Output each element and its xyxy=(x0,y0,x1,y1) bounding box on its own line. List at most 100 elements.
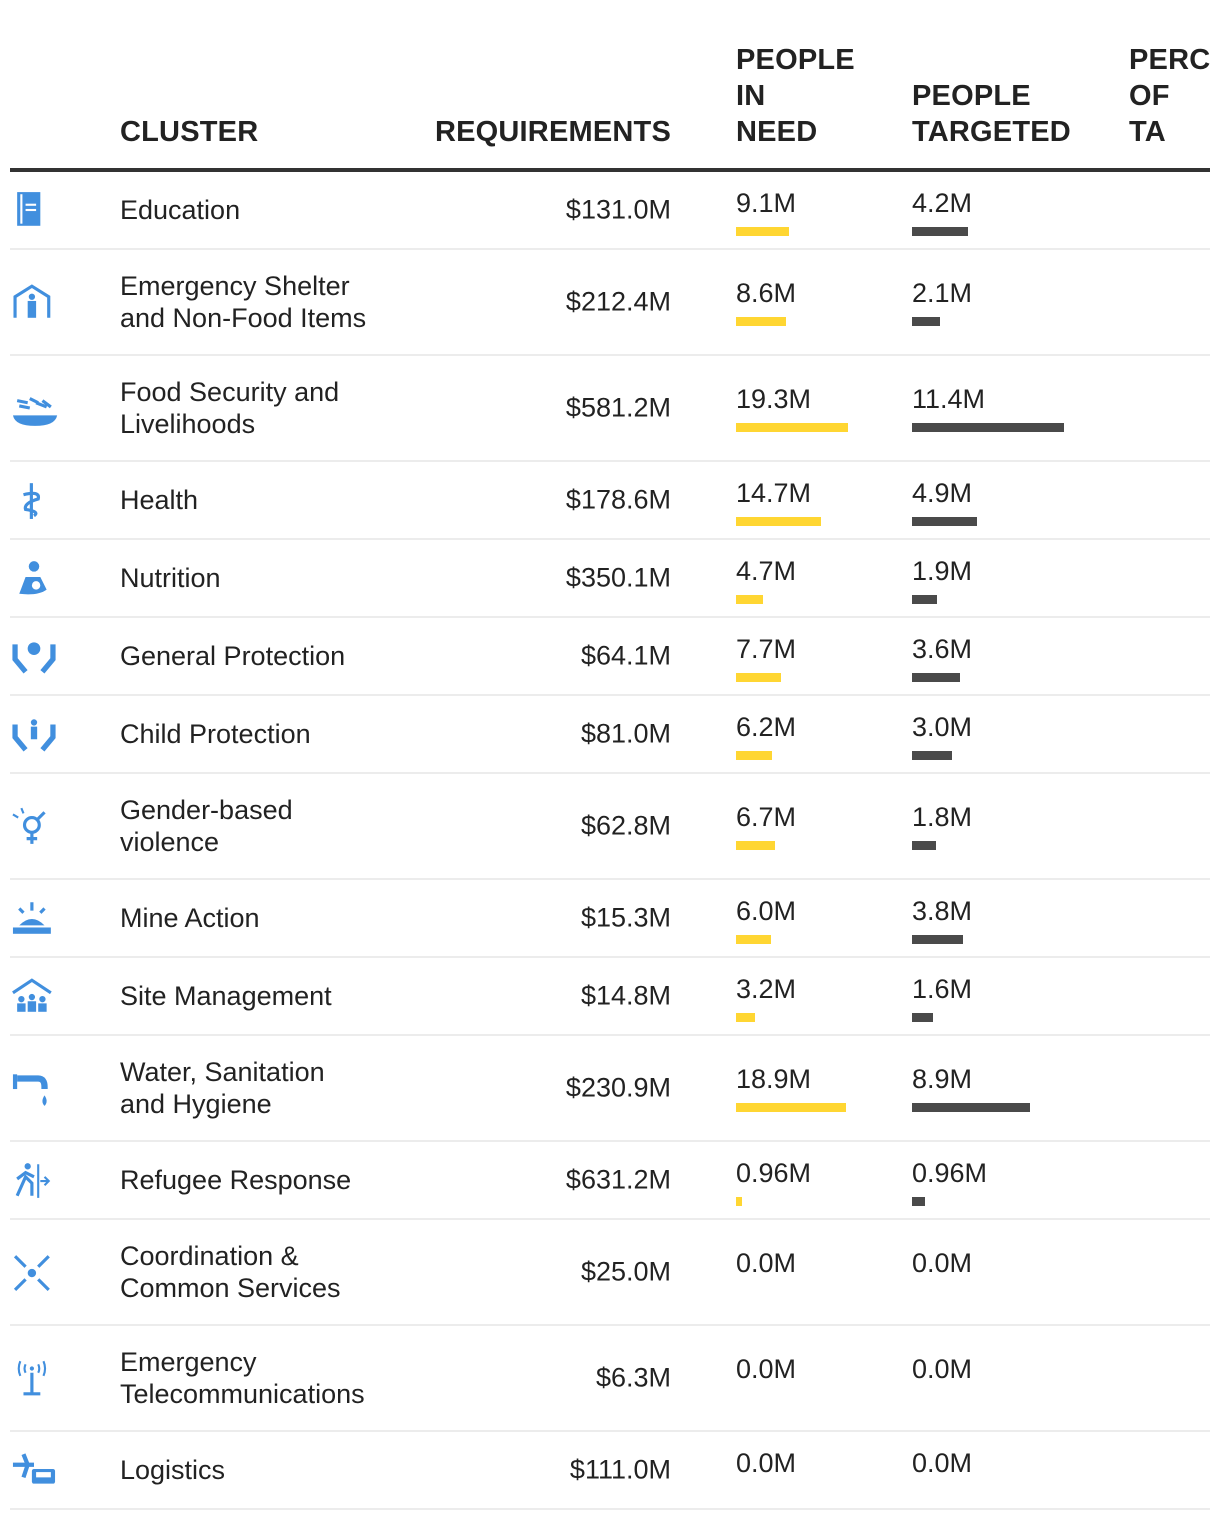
table-row: Logistics $111.0M 0.0M 0.0M xyxy=(10,1432,1210,1510)
people-targeted-bar xyxy=(912,227,968,236)
table-row: Coordination & Common Services $25.0M 0.… xyxy=(10,1220,1210,1326)
people-targeted-bar xyxy=(912,595,938,604)
people-in-need-bar xyxy=(736,935,771,944)
people-in-need-bar xyxy=(736,227,789,236)
requirements-value: $14.8M xyxy=(580,980,671,1011)
people-in-need-bar xyxy=(736,423,848,432)
people-in-need-value: 18.9M xyxy=(736,1064,812,1094)
cluster-name: Mine Action xyxy=(120,903,260,933)
cluster-name: Coordination & Common Services xyxy=(120,1241,341,1303)
requirements-value: $131.0M xyxy=(565,194,671,225)
people-targeted-value: 8.9M xyxy=(912,1064,973,1094)
protection-icon xyxy=(10,636,58,676)
coordination-icon xyxy=(10,1252,58,1292)
people-targeted-bar xyxy=(912,935,963,944)
gender-icon xyxy=(10,806,58,846)
people-in-need-bar xyxy=(736,673,781,682)
people-in-need-value: 4.7M xyxy=(736,556,797,586)
people-targeted-value: 0.0M xyxy=(912,1354,973,1384)
people-targeted-bar xyxy=(912,673,960,682)
table-row: Child Protection $81.0M 6.2M 3.0M xyxy=(10,696,1210,774)
cluster-name: Logistics xyxy=(120,1455,226,1485)
cluster-name: Refugee Response xyxy=(120,1165,352,1195)
people-in-need-bar xyxy=(736,517,822,526)
requirements-value: $81.0M xyxy=(580,718,671,749)
table-header: CLUSTER REQUIREMENTS PEOPLE IN NEED PEOP… xyxy=(10,0,1210,172)
shelter-icon xyxy=(10,282,58,322)
people-in-need-value: 0.96M xyxy=(736,1158,812,1188)
requirements-value: $631.2M xyxy=(565,1164,671,1195)
water-tap-icon xyxy=(10,1068,58,1108)
people-targeted-value: 1.6M xyxy=(912,974,973,1004)
cluster-name: Emergency Shelter and Non-Food Items xyxy=(120,271,367,333)
requirements-value: $350.1M xyxy=(565,562,671,593)
people-in-need-bar xyxy=(736,1103,846,1112)
people-targeted-bar xyxy=(912,423,1064,432)
table-row: Gender-based violence $62.8M 6.7M 1.8M xyxy=(10,774,1210,880)
book-icon xyxy=(10,190,58,230)
people-in-need-value: 9.1M xyxy=(736,188,797,218)
cluster-name: Child Protection xyxy=(120,719,311,749)
cluster-name: General Protection xyxy=(120,641,346,671)
people-in-need-value: 8.6M xyxy=(736,278,797,308)
people-targeted-value: 11.4M xyxy=(912,384,986,414)
child-protection-icon xyxy=(10,714,58,754)
table-row: Water, Sanitation and Hygiene $230.9M 18… xyxy=(10,1036,1210,1142)
requirements-value: $15.3M xyxy=(580,902,671,933)
cluster-name: Food Security and Livelihoods xyxy=(120,377,340,439)
people-targeted-value: 2.1M xyxy=(912,278,973,308)
cluster-name: Water, Sanitation and Hygiene xyxy=(120,1057,325,1119)
people-in-need-value: 0.0M xyxy=(736,1354,797,1384)
requirements-value: $581.2M xyxy=(565,392,671,423)
nutrition-icon xyxy=(10,558,58,598)
table-row: Emergency Telecommunications $6.3M 0.0M … xyxy=(10,1326,1210,1432)
table-row: Site Management $14.8M 3.2M 1.6M xyxy=(10,958,1210,1036)
table-row: General Protection $64.1M 7.7M 3.6M xyxy=(10,618,1210,696)
people-targeted-value: 3.6M xyxy=(912,634,973,664)
table-row: Education $131.0M 9.1M 4.2M xyxy=(10,172,1210,250)
header-cluster: CLUSTER xyxy=(120,116,259,148)
table-row: Food Security and Livelihoods $581.2M 19… xyxy=(10,356,1210,462)
table-row: Mine Action $15.3M 6.0M 3.8M xyxy=(10,880,1210,958)
requirements-value: $111.0M xyxy=(569,1454,671,1485)
people-targeted-value: 0.96M xyxy=(912,1158,988,1188)
people-targeted-bar xyxy=(912,517,978,526)
people-targeted-bar xyxy=(912,1103,1031,1112)
people-in-need-bar xyxy=(736,595,764,604)
food-bowl-icon xyxy=(10,388,58,428)
requirements-value: $212.4M xyxy=(565,286,671,317)
requirements-value: $178.6M xyxy=(565,484,671,515)
logistics-icon xyxy=(10,1450,58,1490)
requirements-value: $64.1M xyxy=(580,640,671,671)
people-in-need-bar xyxy=(736,317,786,326)
people-in-need-value: 3.2M xyxy=(736,974,797,1004)
people-targeted-bar xyxy=(912,751,952,760)
people-in-need-bar xyxy=(736,751,772,760)
cluster-name: Education xyxy=(120,195,241,225)
people-targeted-bar xyxy=(912,1013,934,1022)
header-people-targeted: PEOPLE TARGETED xyxy=(912,80,1071,148)
header-percentage-truncated: PERC OF TA xyxy=(1129,44,1211,148)
people-in-need-bar xyxy=(736,1013,755,1022)
requirements-value: $230.9M xyxy=(565,1072,671,1103)
people-targeted-value: 4.2M xyxy=(912,188,973,218)
people-targeted-value: 0.0M xyxy=(912,1448,973,1478)
health-icon xyxy=(10,480,58,520)
people-targeted-value: 4.9M xyxy=(912,478,973,508)
requirements-value: $62.8M xyxy=(580,810,671,841)
header-people-in-need: PEOPLE IN NEED xyxy=(736,44,855,148)
requirements-value: $25.0M xyxy=(580,1256,671,1287)
people-targeted-bar xyxy=(912,841,936,850)
cluster-name: Gender-based violence xyxy=(120,795,293,857)
people-in-need-value: 14.7M xyxy=(736,478,812,508)
cluster-name: Emergency Telecommunications xyxy=(120,1347,365,1409)
header-requirements: REQUIREMENTS xyxy=(434,116,671,148)
cluster-name: Site Management xyxy=(120,981,332,1011)
people-in-need-value: 6.7M xyxy=(736,802,797,832)
people-targeted-value: 3.0M xyxy=(912,712,973,742)
cluster-name: Nutrition xyxy=(120,563,221,593)
people-in-need-bar xyxy=(736,1197,742,1206)
people-in-need-value: 6.0M xyxy=(736,896,797,926)
table-row: Refugee Response $631.2M 0.96M 0.96M xyxy=(10,1142,1210,1220)
people-targeted-value: 1.8M xyxy=(912,802,973,832)
